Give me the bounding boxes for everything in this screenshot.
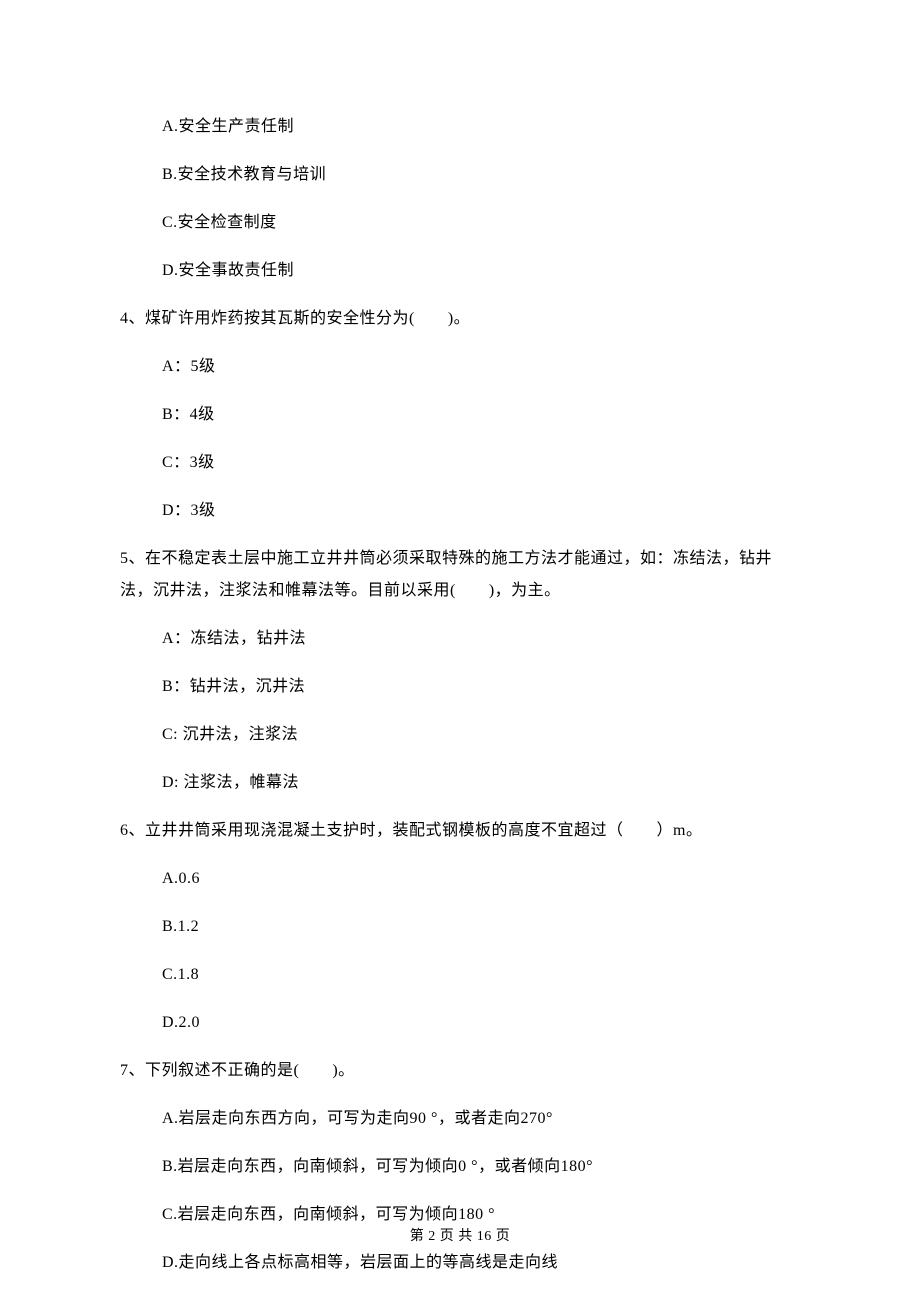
q7-option-a: A.岩层走向东西方向，可写为走向90 °，或者走向270°: [120, 1107, 800, 1131]
q5-text-line2: 法，沉井法，注浆法和帷幕法等。目前以采用( )，为主。: [120, 579, 800, 603]
page-footer: 第 2 页 共 16 页: [0, 1226, 920, 1247]
q5-text-line1: 5、在不稳定表土层中施工立井井筒必须采取特殊的施工方法才能通过，如：冻结法，钻井: [120, 547, 800, 571]
q6-option-c: C.1.8: [120, 963, 800, 987]
q6-text: 6、立井井筒采用现浇混凝土支护时，装配式钢模板的高度不宜超过（ ）m。: [120, 819, 800, 843]
q5-option-c: C: 沉井法，注浆法: [120, 723, 800, 747]
q4-option-b: B：4级: [120, 403, 800, 427]
q5-option-d: D: 注浆法，帷幕法: [120, 771, 800, 795]
q5-option-b: B：钻井法，沉井法: [120, 675, 800, 699]
document-content: A.安全生产责任制 B.安全技术教育与培训 C.安全检查制度 D.安全事故责任制…: [0, 0, 920, 1275]
q3-option-d: D.安全事故责任制: [120, 259, 800, 283]
q7-text: 7、下列叙述不正确的是( )。: [120, 1059, 800, 1083]
q4-option-c: C：3级: [120, 451, 800, 475]
q7-option-b: B.岩层走向东西，向南倾斜，可写为倾向0 °，或者倾向180°: [120, 1155, 800, 1179]
q4-option-a: A：5级: [120, 355, 800, 379]
q5-option-a: A：冻结法，钻井法: [120, 627, 800, 651]
q7-option-d: D.走向线上各点标高相等，岩层面上的等高线是走向线: [120, 1251, 800, 1275]
q3-option-a: A.安全生产责任制: [120, 115, 800, 139]
q4-text: 4、煤矿许用炸药按其瓦斯的安全性分为( )。: [120, 307, 800, 331]
q6-option-b: B.1.2: [120, 915, 800, 939]
q3-option-c: C.安全检查制度: [120, 211, 800, 235]
q4-option-d: D：3级: [120, 499, 800, 523]
q6-option-a: A.0.6: [120, 867, 800, 891]
q7-option-c: C.岩层走向东西，向南倾斜，可写为倾向180 °: [120, 1203, 800, 1227]
q3-option-b: B.安全技术教育与培训: [120, 163, 800, 187]
q6-option-d: D.2.0: [120, 1011, 800, 1035]
